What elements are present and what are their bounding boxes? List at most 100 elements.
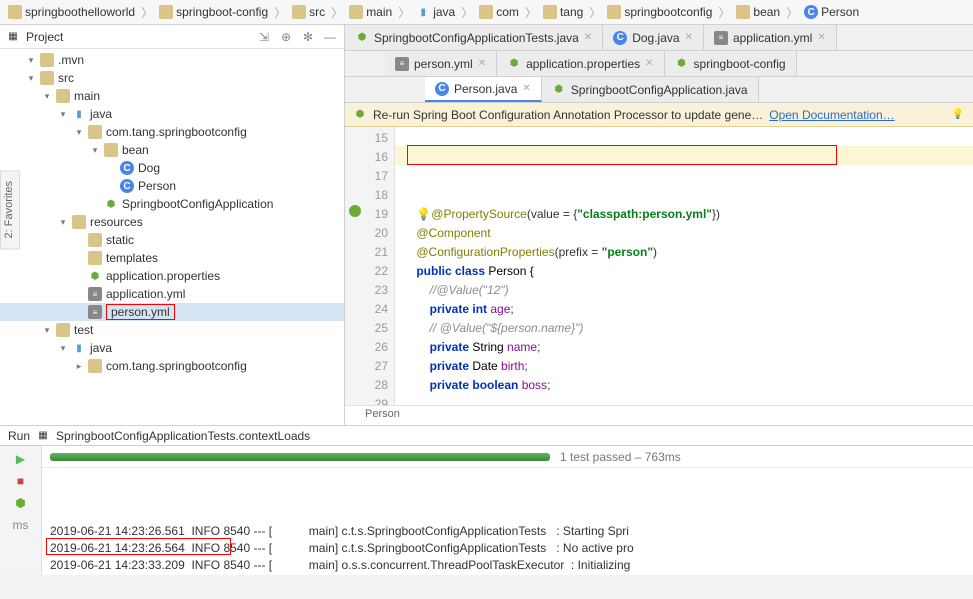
annotation-processor-banner: ⬢ Re-run Spring Boot Configuration Annot… (345, 103, 973, 127)
editor-tab[interactable]: ≡person.yml✕ (385, 51, 497, 76)
tree-label: Dog (138, 161, 160, 175)
tree-node[interactable]: CDog (0, 159, 344, 177)
tab-label: person.yml (414, 57, 473, 71)
expand-arrow[interactable]: ▾ (58, 217, 68, 228)
editor-tab[interactable]: ⬢SpringbootConfigApplication.java (542, 77, 759, 102)
run-tool-column: ▶ ■ ⬢ ms (0, 446, 42, 575)
bc-item[interactable]: bean (732, 5, 784, 19)
collapse-icon[interactable]: ⇲ (256, 29, 272, 45)
close-tab-icon[interactable]: ✕ (685, 32, 693, 43)
tree-label: com.tang.springbootconfig (106, 125, 247, 139)
expand-arrow[interactable]: ▾ (26, 55, 36, 66)
close-tab-icon[interactable]: ✕ (817, 32, 825, 43)
favorites-tab[interactable]: 2: Favorites (0, 170, 20, 249)
tab-label: springboot-config (694, 57, 786, 71)
hide-icon[interactable]: — (322, 29, 338, 45)
bc-item[interactable]: springbootconfig (603, 5, 716, 19)
editor-tab[interactable]: CPerson.java✕ (425, 77, 542, 102)
editor-tab[interactable]: CDog.java✕ (603, 25, 704, 50)
tree-node[interactable]: ▾▮java (0, 105, 344, 123)
bc-item[interactable]: main (345, 5, 396, 19)
debug-button[interactable]: ⬢ (12, 494, 30, 512)
editor-tab[interactable]: ⬢application.properties✕ (497, 51, 664, 76)
expand-arrow[interactable]: ▸ (74, 361, 84, 372)
tree-label: bean (122, 143, 149, 157)
tree-label: SpringbootConfigApplication (122, 197, 273, 211)
bc-item[interactable]: CPerson (800, 5, 863, 19)
tree-node[interactable]: ▾.mvn (0, 51, 344, 69)
folder-icon (736, 5, 750, 19)
bc-item[interactable]: src (288, 5, 329, 19)
tree-label: Person (138, 179, 176, 193)
editor-tab[interactable]: ⬢SpringbootConfigApplicationTests.java✕ (345, 25, 603, 50)
bc-item[interactable]: com (475, 5, 523, 19)
tree-node[interactable]: ▾ bean (0, 141, 344, 159)
project-header: ▦ Project ⇲ ⊕ ✻ — (0, 25, 344, 49)
tree-node[interactable]: templates (0, 249, 344, 267)
tab-label: SpringbootConfigApplicationTests.java (374, 31, 579, 45)
editor-tabs-row3: CPerson.java✕⬢SpringbootConfigApplicatio… (345, 77, 973, 103)
stop-button[interactable]: ■ (12, 472, 30, 490)
bc-item[interactable]: ▮java (412, 5, 459, 19)
editor-tab[interactable]: ≡application.yml✕ (704, 25, 837, 50)
folder-icon (607, 5, 621, 19)
tree-label: java (90, 107, 112, 121)
expand-arrow[interactable]: ▾ (74, 127, 84, 138)
code-editor[interactable]: 💡@PropertySource(value = {"classpath:per… (395, 127, 973, 405)
tree-node[interactable]: ≡person.yml (0, 303, 344, 321)
expand-arrow[interactable]: ▾ (42, 325, 52, 336)
expand-arrow[interactable]: ▾ (90, 145, 100, 156)
class-icon: C (804, 5, 818, 19)
run-config-name: SpringbootConfigApplicationTests.context… (56, 429, 310, 443)
breadcrumb-nav: springboothelloworld〉 springboot-config〉… (0, 0, 973, 25)
tree-node[interactable]: static (0, 231, 344, 249)
close-tab-icon[interactable]: ✕ (522, 83, 530, 94)
bc-item[interactable]: springboot-config (155, 5, 272, 19)
tree-node[interactable]: ▾ com.tang.springbootconfig (0, 123, 344, 141)
editor-tab[interactable]: ⬢springboot-config (665, 51, 797, 76)
tree-node[interactable]: ⬢application.properties (0, 267, 344, 285)
tree-node[interactable]: CPerson (0, 177, 344, 195)
bc-item[interactable]: tang (539, 5, 587, 19)
expand-arrow[interactable]: ▾ (42, 91, 52, 102)
editor-tabs-row2: ≡person.yml✕⬢application.properties✕⬢spr… (345, 51, 973, 77)
expand-arrow[interactable]: ▾ (58, 109, 68, 120)
run-gutter-icon[interactable] (349, 205, 361, 217)
tab-label: Person.java (454, 82, 517, 96)
folder-icon (8, 5, 22, 19)
tab-label: application.properties (526, 57, 640, 71)
tree-node[interactable]: ⬢SpringbootConfigApplication (0, 195, 344, 213)
project-tree[interactable]: ▾.mvn▾src▾main▾▮java▾com.tang.springboot… (0, 49, 344, 425)
close-tab-icon[interactable]: ✕ (645, 58, 653, 69)
tree-node[interactable]: ▾ test (0, 321, 344, 339)
editor-breadcrumb[interactable]: Person (345, 405, 973, 425)
pin-button[interactable]: ms (12, 516, 30, 534)
tree-node[interactable]: ▾src (0, 69, 344, 87)
console-log[interactable]: 2019-06-21 14:23:26.561 INFO 8540 --- [ … (42, 468, 973, 575)
line-gutter: 151617181920212223242526272829 (345, 127, 395, 405)
folder-icon (159, 5, 173, 19)
tree-node[interactable]: ▸com.tang.springbootconfig (0, 357, 344, 375)
expand-arrow[interactable]: ▾ (26, 73, 36, 84)
settings-icon[interactable]: ✻ (300, 29, 316, 45)
tree-node[interactable]: ≡application.yml (0, 285, 344, 303)
lightbulb-icon[interactable]: 💡 (951, 108, 965, 122)
tree-node[interactable]: ▾main (0, 87, 344, 105)
close-tab-icon[interactable]: ✕ (478, 58, 486, 69)
progress-bar (50, 453, 550, 461)
tree-label: person.yml (106, 304, 175, 320)
editor-tabs-row1: ⬢SpringbootConfigApplicationTests.java✕C… (345, 25, 973, 51)
expand-arrow[interactable]: ▾ (58, 343, 68, 354)
close-tab-icon[interactable]: ✕ (584, 32, 592, 43)
run-label: Run (8, 429, 30, 443)
tree-label: application.yml (106, 287, 185, 301)
tree-node[interactable]: ▾▮java (0, 339, 344, 357)
spring-icon: ⬢ (353, 108, 367, 122)
tree-label: test (74, 323, 93, 337)
tree-node[interactable]: ▾resources (0, 213, 344, 231)
bc-item[interactable]: springboothelloworld (4, 5, 139, 19)
banner-text: Re-run Spring Boot Configuration Annotat… (373, 108, 763, 122)
rerun-button[interactable]: ▶ (12, 450, 30, 468)
open-documentation-link[interactable]: Open Documentation… (769, 108, 894, 122)
locate-icon[interactable]: ⊕ (278, 29, 294, 45)
